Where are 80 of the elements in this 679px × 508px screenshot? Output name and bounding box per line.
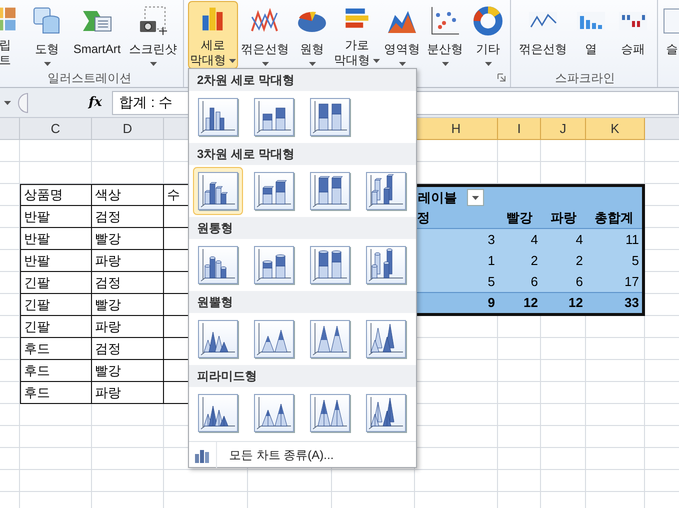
pivot-value-cell-text: 6 [530, 272, 539, 291]
pivot-value-cell-text: 5 [630, 252, 640, 270]
group-label: 스파크라인 [555, 70, 615, 87]
section-header: 2차원 세로 막대형 [189, 69, 416, 91]
ribbon-button[interactable]: 꺾은선형 [515, 1, 571, 69]
pivot-column-header: 총합계 [594, 209, 634, 228]
ribbon-button[interactable]: 기타 [468, 1, 508, 69]
chart-type-thumbnail[interactable] [193, 167, 243, 215]
pivot-value-cell-text: 5 [486, 272, 496, 291]
pivot-value-cell-text: 2 [574, 252, 584, 270]
pivot-column-header: 빨강 [506, 209, 534, 228]
ribbon-button[interactable]: 슬 [660, 1, 679, 69]
table-cell: 긴팔 [20, 272, 92, 294]
dialog-launcher-icon[interactable] [497, 73, 506, 82]
filter-dropdown[interactable] [467, 189, 484, 206]
table-cell: 빨강 [92, 228, 164, 250]
section-header: 피라미드형 [189, 365, 416, 387]
ribbon-button[interactable]: 승패 [611, 1, 655, 69]
ribbon-button[interactable]: 꺾은선형 [240, 1, 290, 69]
pivot-value-cell-text: 6 [574, 272, 584, 291]
pivot-value-cell-text: 4 [530, 230, 539, 249]
grand-total-cell-text: 9 [486, 294, 496, 312]
ribbon-button[interactable]: 스크린샷 [127, 1, 179, 69]
insert-function-button[interactable]: fx [82, 92, 108, 112]
table-cell: 후드 [20, 382, 92, 404]
header-cell: 상품명 [20, 184, 92, 206]
grand-total-cell-text: 12 [568, 294, 584, 312]
table-cell: 파랑 [92, 250, 164, 272]
header-cell: 색상 [92, 184, 164, 206]
ribbon-button[interactable]: 영역형 [382, 1, 422, 69]
pivot-value-cell-text: 1 [486, 252, 496, 270]
ribbon-button[interactable]: 열 [573, 1, 609, 69]
grand-total-cell-text: 33 [624, 294, 640, 312]
pivot-column-header: 파랑 [550, 209, 578, 228]
table-cell: 빨강 [92, 360, 164, 382]
section-header: 3차원 세로 막대형 [189, 143, 416, 165]
name-box-resize-handle[interactable] [18, 92, 28, 112]
ribbon-button[interactable]: 가로 막대형 [334, 1, 380, 69]
pivot-value-cell-text: 3 [486, 230, 496, 249]
table-cell: 파랑 [92, 316, 164, 338]
table-cell: 검정 [92, 338, 164, 360]
ribbon-button[interactable]: 분산형 [424, 1, 466, 69]
pivot-column-header: 정 [416, 209, 431, 228]
scatter-chart-icon [429, 5, 461, 37]
pivot-value-cell-text: 2 [530, 252, 539, 270]
caret-icon [4, 100, 10, 104]
table-cell: 반팔 [20, 228, 92, 250]
section-header: 원뿔형 [189, 291, 416, 313]
table-cell: 파랑 [92, 382, 164, 404]
ribbon-button[interactable]: 세로 막대형 [188, 1, 238, 69]
column-header[interactable]: H [415, 118, 498, 140]
table-cell: 검정 [92, 272, 164, 294]
pivot-value-cell-text: 17 [624, 272, 640, 291]
donut-chart-icon [472, 5, 504, 37]
column-header[interactable]: I [498, 118, 541, 140]
column-header[interactable]: D [92, 118, 164, 140]
pivot-value-cell-text: 11 [624, 230, 640, 249]
table-cell: 검정 [92, 206, 164, 228]
group-label: 일러스트레이션 [48, 70, 132, 87]
ribbon-button[interactable]: SmartArt [69, 1, 125, 69]
column-header[interactable]: C [20, 118, 92, 140]
camera-icon [137, 5, 169, 37]
caret-icon [472, 196, 479, 200]
ribbon-button[interactable]: 립 트 [0, 1, 25, 69]
pivot-value-cell-text: 4 [574, 230, 584, 249]
column-labels-header: 레이블 [418, 188, 457, 207]
ribbon-button[interactable]: 도형 [27, 1, 67, 69]
table-cell: 빨강 [92, 294, 164, 316]
grand-total-cell-text: 12 [522, 294, 539, 312]
table-cell: 후드 [20, 338, 92, 360]
column-header[interactable]: J [541, 118, 586, 140]
section-header: 원통형 [189, 217, 416, 239]
table-cell: 반팔 [20, 206, 92, 228]
table-cell: 후드 [20, 360, 92, 382]
column-header[interactable]: K [586, 118, 645, 140]
table-cell: 긴팔 [20, 316, 92, 338]
table-cell: 반팔 [20, 250, 92, 272]
table-cell: 긴팔 [20, 294, 92, 316]
ribbon-button[interactable]: 원형 [292, 1, 332, 69]
all-chart-types-item[interactable]: 모든 차트 종류(A)... [189, 442, 416, 468]
